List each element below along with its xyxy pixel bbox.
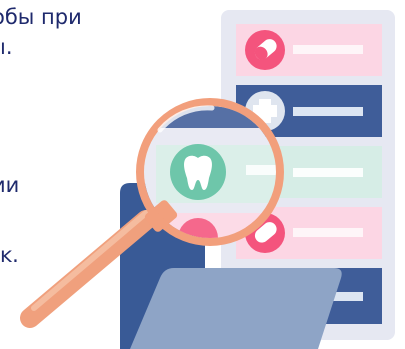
pill-icon — [245, 30, 285, 70]
medical-records-illustration — [20, 10, 395, 349]
record-row-pill — [236, 24, 382, 76]
illustration-stage: обы при ı. ии ĸ. — [0, 0, 405, 349]
folder-front — [130, 268, 342, 349]
